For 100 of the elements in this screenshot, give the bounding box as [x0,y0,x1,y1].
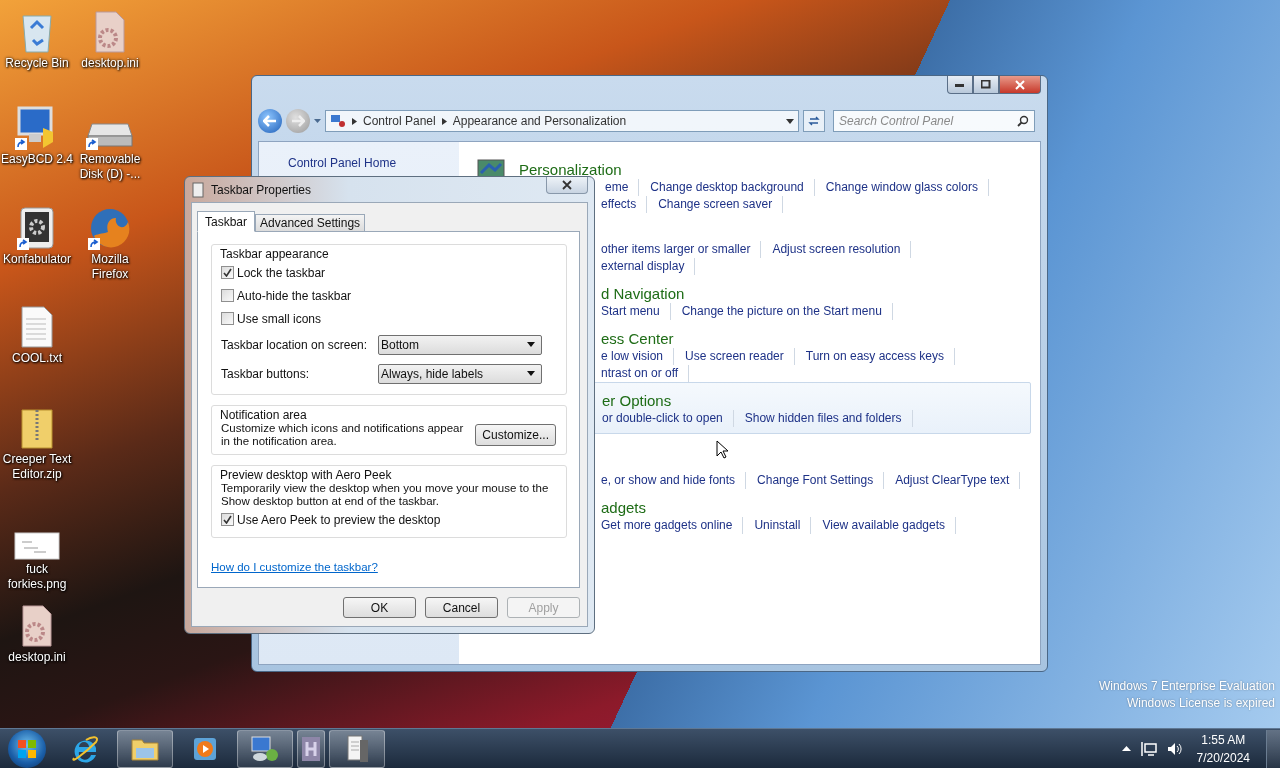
category-title[interactable]: er Options [602,392,672,410]
dropdown[interactable]: Always, hide labels [378,363,542,384]
group-title: Notification area [219,408,308,422]
task-link[interactable]: Change Font Settings [757,472,885,489]
refresh-icon [808,115,820,127]
dropdown[interactable]: Bottom [378,334,542,355]
system-notice: Windows 7 Enterprise Evaluation [1098,678,1275,695]
breadcrumb[interactable]: Appearance and Personalization [452,114,627,128]
chevron-icon[interactable] [352,117,357,125]
checkmark-icon [223,515,232,524]
shortcut-arrow-icon [86,138,98,150]
maximize-icon [981,80,991,89]
close-icon [1015,79,1025,90]
media-player-icon[interactable] [192,735,218,762]
dialog-button[interactable]: OK [343,597,416,618]
description-text: Customize which icons and notifications appear in the notification area. [221,422,465,448]
desktop-icon-label[interactable]: Creeper Text Editor.zip [0,452,74,482]
task-link[interactable]: Adjust ClearType text [895,472,1021,489]
task-link[interactable]: e low vision [601,348,675,365]
search-icon [1017,115,1029,127]
taskbar-button[interactable] [117,729,173,768]
settings-file-icon [19,604,55,648]
gear-app-icon [17,206,57,250]
task-link[interactable]: Change desktop background [650,179,815,196]
task-link[interactable]: external display [601,258,696,275]
close-button[interactable] [999,76,1041,94]
address-bar[interactable]: Control Panel Appearance and Personalization [325,110,799,132]
chevron-icon[interactable] [441,117,447,125]
task-link[interactable]: other items larger or smaller [601,241,762,258]
customize-button[interactable]: Customize... [475,424,556,446]
dialog-button[interactable]: Cancel [425,597,498,618]
category-title[interactable]: d Navigation [601,285,685,303]
task-link[interactable]: Uninstall [754,517,812,534]
letter-h-icon[interactable] [301,735,321,762]
task-link[interactable]: Start menu [601,303,671,320]
task-link[interactable]: e, or show and hide fonts [601,472,747,489]
tray-arrow-icon[interactable] [1121,746,1131,751]
window-title: Taskbar Properties [211,182,312,197]
task-link[interactable]: Adjust screen resolution [772,241,912,258]
back-button[interactable] [258,109,282,133]
category-title[interactable]: adgets [601,499,647,517]
clock[interactable]: 1:55 AM 7/20/2024 [1196,730,1250,767]
task-link[interactable]: Get more gadgets online [601,517,744,534]
control-panel-icon [330,114,346,128]
minimize-button[interactable] [947,76,973,94]
field-label: Taskbar location on screen: [221,337,369,352]
close-icon [562,180,572,190]
desktop-icon-label[interactable]: COOL.txt [12,351,62,366]
checkbox[interactable]: Use Aero Peek to preview the desktop [221,508,556,531]
desktop-icon-label[interactable]: desktop.ini [8,650,66,665]
task-link[interactable]: Change window glass colors [825,179,989,196]
desktop-icon-label[interactable]: fuck forkies.png [0,562,74,592]
settings-file-icon [92,10,128,54]
back-arrow-icon [263,115,277,127]
desktop-icon-label[interactable]: Mozilla Firefox [73,252,147,282]
control-panel-icon[interactable] [250,734,280,763]
checkbox[interactable]: Use small icons [221,307,556,330]
field-label: Taskbar buttons: [221,366,311,381]
task-link[interactable]: effects [601,196,648,213]
close-button[interactable] [546,177,588,194]
taskbar-button[interactable] [237,729,293,768]
show-desktop-button[interactable] [1266,729,1280,768]
checkbox[interactable]: Lock the taskbar [221,261,556,284]
desktop-icon-label[interactable]: Konfabulator [2,252,72,267]
sidebar-link[interactable]: Control Panel Home [288,156,459,170]
browser-icon[interactable] [70,733,100,764]
mouse-pointer-icon [716,440,728,459]
task-link[interactable]: or double-click to open [602,410,734,427]
image-thumbnail-icon [14,532,60,560]
taskbar-button[interactable] [329,729,385,768]
task-link[interactable]: Change screen saver [658,196,784,213]
network-icon[interactable] [1140,740,1157,757]
help-link[interactable]: How do I customize the taskbar? [211,561,378,573]
task-link[interactable]: Change the picture on the Start menu [681,303,893,320]
shortcut-arrow-icon [88,238,100,250]
taskbar-button[interactable] [297,729,325,768]
task-link[interactable]: Use screen reader [685,348,795,365]
refresh-button[interactable] [803,110,825,132]
category-title[interactable]: ess Center [601,330,674,348]
task-link[interactable]: View available gadgets [822,517,956,534]
search-field[interactable]: Search Control Panel [833,110,1035,132]
desktop-icon-label[interactable]: Removable Disk (D) -... [73,152,147,182]
minimize-icon [955,82,965,87]
maximize-button[interactable] [973,76,999,94]
zip-folder-icon [20,406,54,450]
task-link[interactable]: Turn on easy access keys [805,348,956,365]
task-link[interactable]: eme [605,179,640,196]
checkmark-icon [223,268,232,277]
category-title[interactable]: Personalization [519,161,622,179]
checkbox[interactable]: Auto-hide the taskbar [221,284,556,307]
shortcut-arrow-icon [17,238,29,250]
tab[interactable]: Advanced Settings [255,214,366,232]
shortcut-arrow-icon [15,138,27,150]
tab[interactable]: Taskbar [197,211,256,232]
caret-icon[interactable] [786,118,794,124]
start-button[interactable] [8,729,46,768]
task-link[interactable]: Show hidden files and folders [744,410,913,427]
caret-icon [527,371,535,376]
breadcrumb[interactable]: Control Panel [363,114,436,128]
speaker-icon[interactable] [1166,741,1183,756]
